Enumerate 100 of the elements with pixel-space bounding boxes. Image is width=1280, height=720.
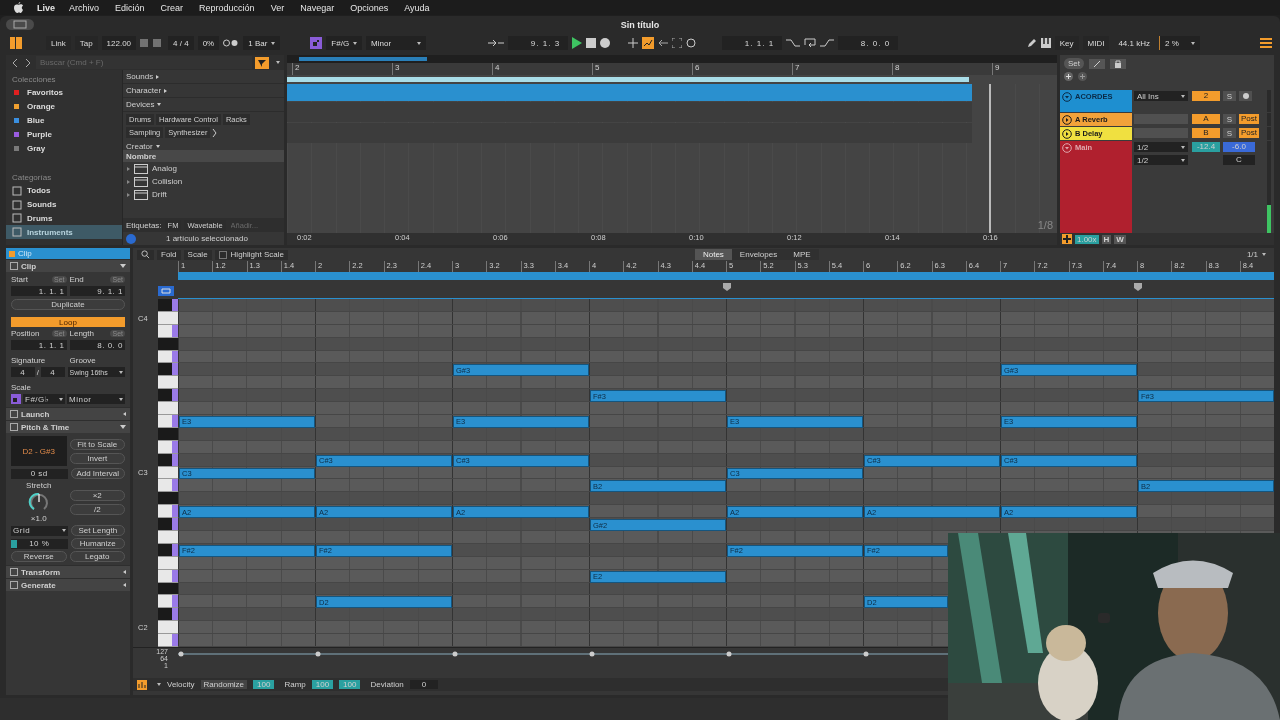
collapse-icon[interactable] <box>1062 92 1072 102</box>
category-item[interactable]: Sounds <box>6 197 122 212</box>
tempo-follow-button[interactable] <box>1062 234 1072 244</box>
humanize-amount-field[interactable]: 10 % <box>11 538 68 549</box>
scale-menu[interactable]: Minor <box>67 394 125 404</box>
signature-field[interactable]: 4 / 4 <box>168 36 194 50</box>
set-button[interactable]: Set <box>1064 58 1084 69</box>
scale-root-menu[interactable]: F#/G♭ <box>23 394 65 404</box>
caret-icon[interactable] <box>120 425 126 429</box>
stretch-knob[interactable] <box>27 491 50 513</box>
editor-tab[interactable]: Notes <box>694 249 732 260</box>
scale-menu[interactable]: Minor <box>366 36 427 50</box>
caret-icon[interactable] <box>123 583 126 587</box>
dropdown-icon[interactable] <box>276 61 280 64</box>
metronome-icon[interactable] <box>223 39 240 47</box>
add-icon[interactable] <box>1078 72 1087 81</box>
collection-item[interactable]: Blue <box>6 113 122 128</box>
play-icon[interactable] <box>572 37 583 49</box>
piano-key[interactable] <box>158 376 178 390</box>
punch-in-icon[interactable] <box>786 38 801 48</box>
search-button[interactable] <box>137 249 154 260</box>
caret-icon[interactable] <box>157 103 162 106</box>
solo-button[interactable]: S <box>1223 114 1236 124</box>
menu-item[interactable]: Ayuda <box>404 2 430 13</box>
piano-key[interactable] <box>158 505 178 519</box>
loop-icon[interactable] <box>804 38 817 48</box>
menu-item[interactable]: Crear <box>160 2 184 13</box>
menu-item[interactable]: Navegar <box>300 2 335 13</box>
expand-icon[interactable] <box>1062 129 1072 139</box>
category-item[interactable]: Todos <box>6 184 122 198</box>
tempo-field[interactable]: 122.00 <box>101 36 137 50</box>
collapse-icon[interactable] <box>1062 143 1072 153</box>
pan-knob[interactable]: C <box>1223 155 1255 165</box>
session-record-icon[interactable] <box>686 38 697 48</box>
category-item[interactable]: Instruments <box>6 225 122 240</box>
expand-icon[interactable] <box>1062 115 1072 125</box>
scale-button[interactable]: Scale <box>183 249 212 260</box>
browser-item[interactable]: Collision <box>123 175 284 188</box>
forward-button[interactable] <box>23 58 33 67</box>
piano-key[interactable] <box>158 479 178 493</box>
expand-button[interactable] <box>1089 58 1105 69</box>
solo-button[interactable]: S <box>1223 91 1236 101</box>
height-button[interactable]: H <box>1101 234 1112 244</box>
piano-key[interactable] <box>158 389 178 403</box>
start-field[interactable]: 1. 1. 1 <box>11 286 67 296</box>
fold-button[interactable]: Fold <box>157 249 181 260</box>
set-length-button[interactable]: Set Length <box>70 525 125 536</box>
filter-group[interactable]: Creator <box>126 142 153 150</box>
piano-key[interactable] <box>158 299 178 312</box>
section-header[interactable]: Launch <box>6 407 130 420</box>
double-button[interactable]: ×2 <box>69 489 125 501</box>
duplicate-button[interactable]: Duplicate <box>11 299 125 310</box>
collection-item[interactable]: Purple <box>6 127 122 142</box>
category-item[interactable]: Drums <box>6 211 122 226</box>
marker-icon[interactable] <box>1133 283 1142 291</box>
width-button[interactable]: W <box>1114 234 1126 244</box>
back-arrow-icon[interactable] <box>658 39 669 47</box>
marker-icon[interactable] <box>722 283 731 291</box>
keyboard-icon[interactable] <box>1040 38 1051 48</box>
fit-to-scale-button[interactable]: Fit to Scale <box>69 438 125 450</box>
add-icon[interactable] <box>628 38 639 48</box>
piano-key[interactable] <box>158 492 178 506</box>
reverse-button[interactable]: Reverse <box>11 551 67 562</box>
browser-item[interactable]: Drift <box>123 188 284 201</box>
numerator-field[interactable]: 4 <box>11 367 35 377</box>
position-field[interactable]: 9. 1. 3 <box>508 36 569 50</box>
loop-start-field[interactable]: 1. 1. 1 <box>722 36 783 50</box>
capture-icon[interactable] <box>672 38 683 48</box>
apple-icon[interactable] <box>14 2 23 13</box>
send-button[interactable]: 2 <box>1192 91 1220 101</box>
scale-icon[interactable] <box>310 37 323 49</box>
piano-key[interactable] <box>158 518 178 531</box>
legato-button[interactable]: Legato <box>69 551 125 562</box>
menu-item[interactable]: Edición <box>115 2 145 13</box>
back-button[interactable] <box>10 58 20 67</box>
piano-key[interactable] <box>158 595 178 609</box>
clip-view-icon[interactable] <box>158 286 174 296</box>
groove-field[interactable]: 0% <box>197 36 220 50</box>
caret-icon[interactable] <box>123 570 126 574</box>
length-field[interactable]: 8. 0. 0 <box>69 340 125 350</box>
punch-out-icon[interactable] <box>820 38 835 48</box>
midi-button[interactable]: MIDI <box>1082 36 1110 50</box>
caret-icon[interactable] <box>120 264 126 268</box>
record-icon[interactable] <box>600 38 611 48</box>
chevron-icon[interactable] <box>212 128 218 137</box>
dropdown-icon[interactable] <box>157 683 161 686</box>
quantize-menu[interactable]: 1 Bar <box>243 36 281 50</box>
browser-item[interactable]: Analog <box>123 162 284 175</box>
deviation-field[interactable]: 0 <box>409 680 439 689</box>
monitor-button[interactable] <box>1239 91 1252 101</box>
menu-item[interactable]: Reproducción <box>199 2 255 13</box>
pencil-icon[interactable] <box>1026 38 1037 48</box>
send-button[interactable]: B <box>1192 128 1220 138</box>
velocity-icon[interactable] <box>137 679 147 690</box>
solo-button[interactable]: S <box>1223 128 1236 138</box>
half-button[interactable]: /2 <box>69 503 125 515</box>
key-button[interactable]: Key <box>1054 36 1079 50</box>
routing-menu[interactable]: 1/2 <box>1134 142 1188 152</box>
link-button[interactable]: Link <box>46 36 71 50</box>
menu-item[interactable]: Live <box>37 2 55 13</box>
